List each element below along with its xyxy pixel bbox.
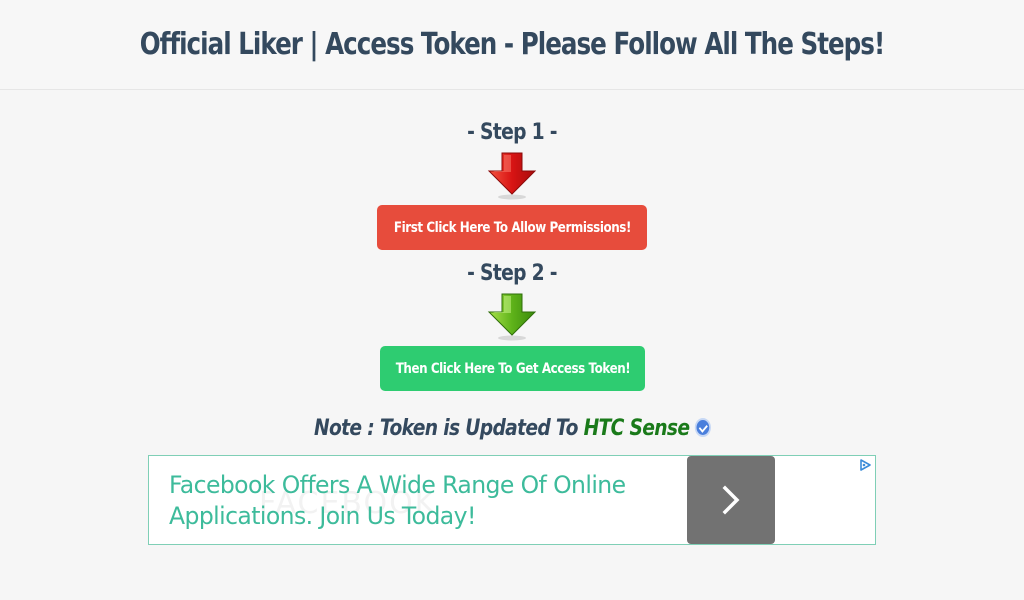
note-highlight: HTC Sense — [583, 416, 690, 441]
ad-choices-icon[interactable] — [858, 459, 872, 471]
red-down-arrow-icon — [487, 152, 537, 200]
note-text: Note : Token is Updated To — [313, 416, 584, 441]
step-1-label: - Step 1 - — [467, 120, 557, 145]
allow-permissions-label: First Click Here To Allow Permissions! — [393, 219, 631, 236]
green-down-arrow-icon — [487, 293, 537, 341]
ad-banner[interactable]: FACEBOOK Facebook Offers A Wide Range Of… — [148, 455, 876, 545]
verified-check-icon — [694, 418, 711, 437]
ad-next-button[interactable] — [687, 456, 775, 544]
ad-headline[interactable]: Facebook Offers A Wide Range Of Online A… — [169, 470, 659, 532]
step-2-label: - Step 2 - — [467, 261, 557, 286]
get-access-token-label: Then Click Here To Get Access Token! — [395, 360, 630, 377]
note-line: Note : Token is Updated To HTC Sense — [0, 416, 1024, 441]
chevron-right-icon — [722, 485, 740, 515]
main-content: - Step 1 - First Click Here To Allow Per… — [0, 90, 1024, 600]
page-title: Official Liker | Access Token - Please F… — [139, 27, 885, 62]
page-header: Official Liker | Access Token - Please F… — [0, 0, 1024, 90]
get-access-token-button[interactable]: Then Click Here To Get Access Token! — [380, 346, 645, 391]
allow-permissions-button[interactable]: First Click Here To Allow Permissions! — [377, 205, 647, 250]
